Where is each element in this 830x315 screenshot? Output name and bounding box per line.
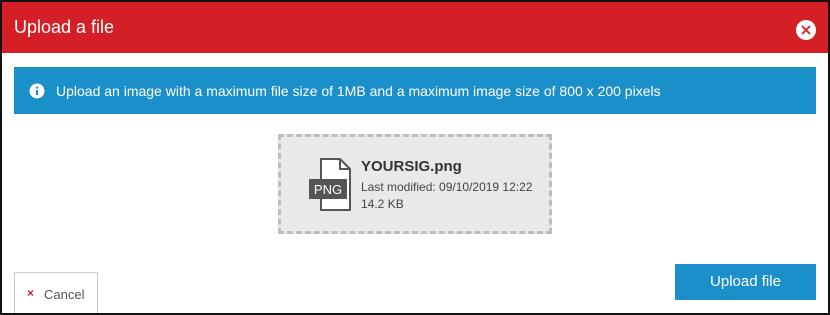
file-drop-zone[interactable]: PNG YOURSIG.png Last modified: 09/10/201…: [278, 134, 552, 234]
dialog-title: Upload a file: [14, 17, 115, 37]
close-icon: [801, 25, 811, 35]
png-file-icon: PNG: [309, 158, 351, 211]
cancel-icon: ×: [27, 286, 35, 300]
file-last-modified: Last modified: 09/10/2019 12:22: [361, 180, 533, 194]
file-size: 14.2 KB: [361, 197, 404, 211]
info-banner: Upload an image with a maximum file size…: [14, 67, 816, 114]
file-type-badge: PNG: [314, 182, 342, 197]
file-name: YOURSIG.png: [361, 158, 462, 175]
close-button[interactable]: [796, 20, 816, 40]
upload-file-button[interactable]: Upload file: [675, 264, 816, 300]
cancel-button[interactable]: × Cancel: [14, 272, 98, 313]
cancel-label: Cancel: [44, 287, 85, 302]
upload-dialog: Upload a file Upload an image with a max…: [0, 0, 830, 315]
info-text: Upload an image with a maximum file size…: [56, 83, 661, 99]
info-icon: [29, 83, 45, 99]
dialog-header: Upload a file: [2, 2, 828, 53]
